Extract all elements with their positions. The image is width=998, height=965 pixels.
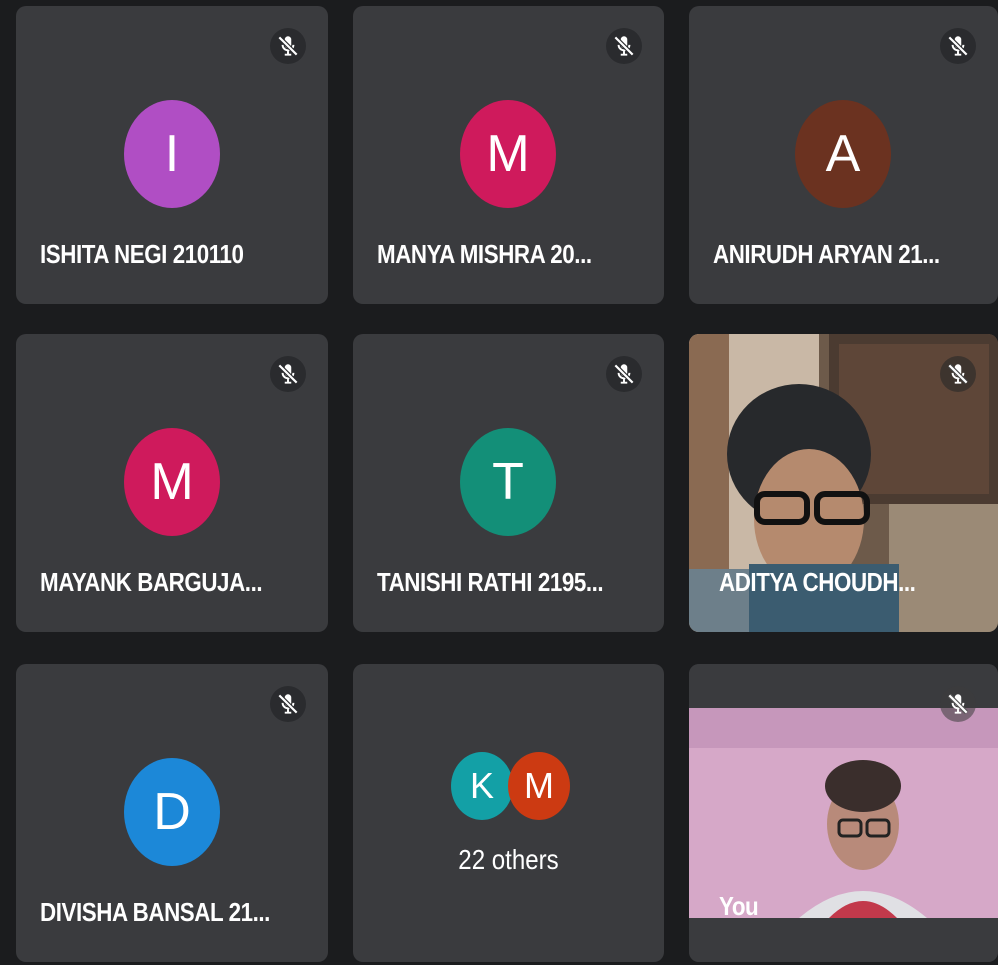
mic-off-icon <box>940 686 976 722</box>
participant-tile[interactable]: I ISHITA NEGI 210110 <box>16 6 328 304</box>
participant-name: TANISHI RATHI 2195... <box>377 567 604 597</box>
avatar: K <box>451 752 513 820</box>
mic-off-icon <box>606 356 642 392</box>
mic-off-icon <box>606 28 642 64</box>
mic-off-icon <box>270 686 306 722</box>
mic-off-icon <box>940 356 976 392</box>
avatar: M <box>460 100 556 208</box>
avatar: M <box>124 428 220 536</box>
mic-off-icon <box>270 356 306 392</box>
participant-tile[interactable]: D DIVISHA BANSAL 21... <box>16 664 328 962</box>
mic-off-icon <box>940 28 976 64</box>
participant-name: MANYA MISHRA 20... <box>377 239 592 269</box>
participant-video-tile[interactable]: ADITYA CHOUDH... <box>689 334 998 632</box>
participant-name: ADITYA CHOUDH... <box>719 567 916 597</box>
participant-tile[interactable]: M MANYA MISHRA 20... <box>353 6 664 304</box>
others-count: 22 others <box>458 844 559 875</box>
participant-name: You <box>719 891 759 921</box>
others-tile[interactable]: K M 22 others <box>353 664 664 962</box>
participant-name: DIVISHA BANSAL 21... <box>40 897 270 927</box>
self-video-tile[interactable]: You <box>689 664 998 962</box>
avatar: M <box>508 752 570 820</box>
participant-tile[interactable]: A ANIRUDH ARYAN 21... <box>689 6 998 304</box>
participant-name: ANIRUDH ARYAN 21... <box>713 239 940 269</box>
participant-tile[interactable]: T TANISHI RATHI 2195... <box>353 334 664 632</box>
avatar: I <box>124 100 220 208</box>
mic-off-icon <box>270 28 306 64</box>
participant-name: ISHITA NEGI 210110 <box>40 239 244 269</box>
participant-name: MAYANK BARGUJA... <box>40 567 263 597</box>
avatar: D <box>124 758 220 866</box>
avatar: A <box>795 100 891 208</box>
participant-tile[interactable]: M MAYANK BARGUJA... <box>16 334 328 632</box>
avatar: T <box>460 428 556 536</box>
